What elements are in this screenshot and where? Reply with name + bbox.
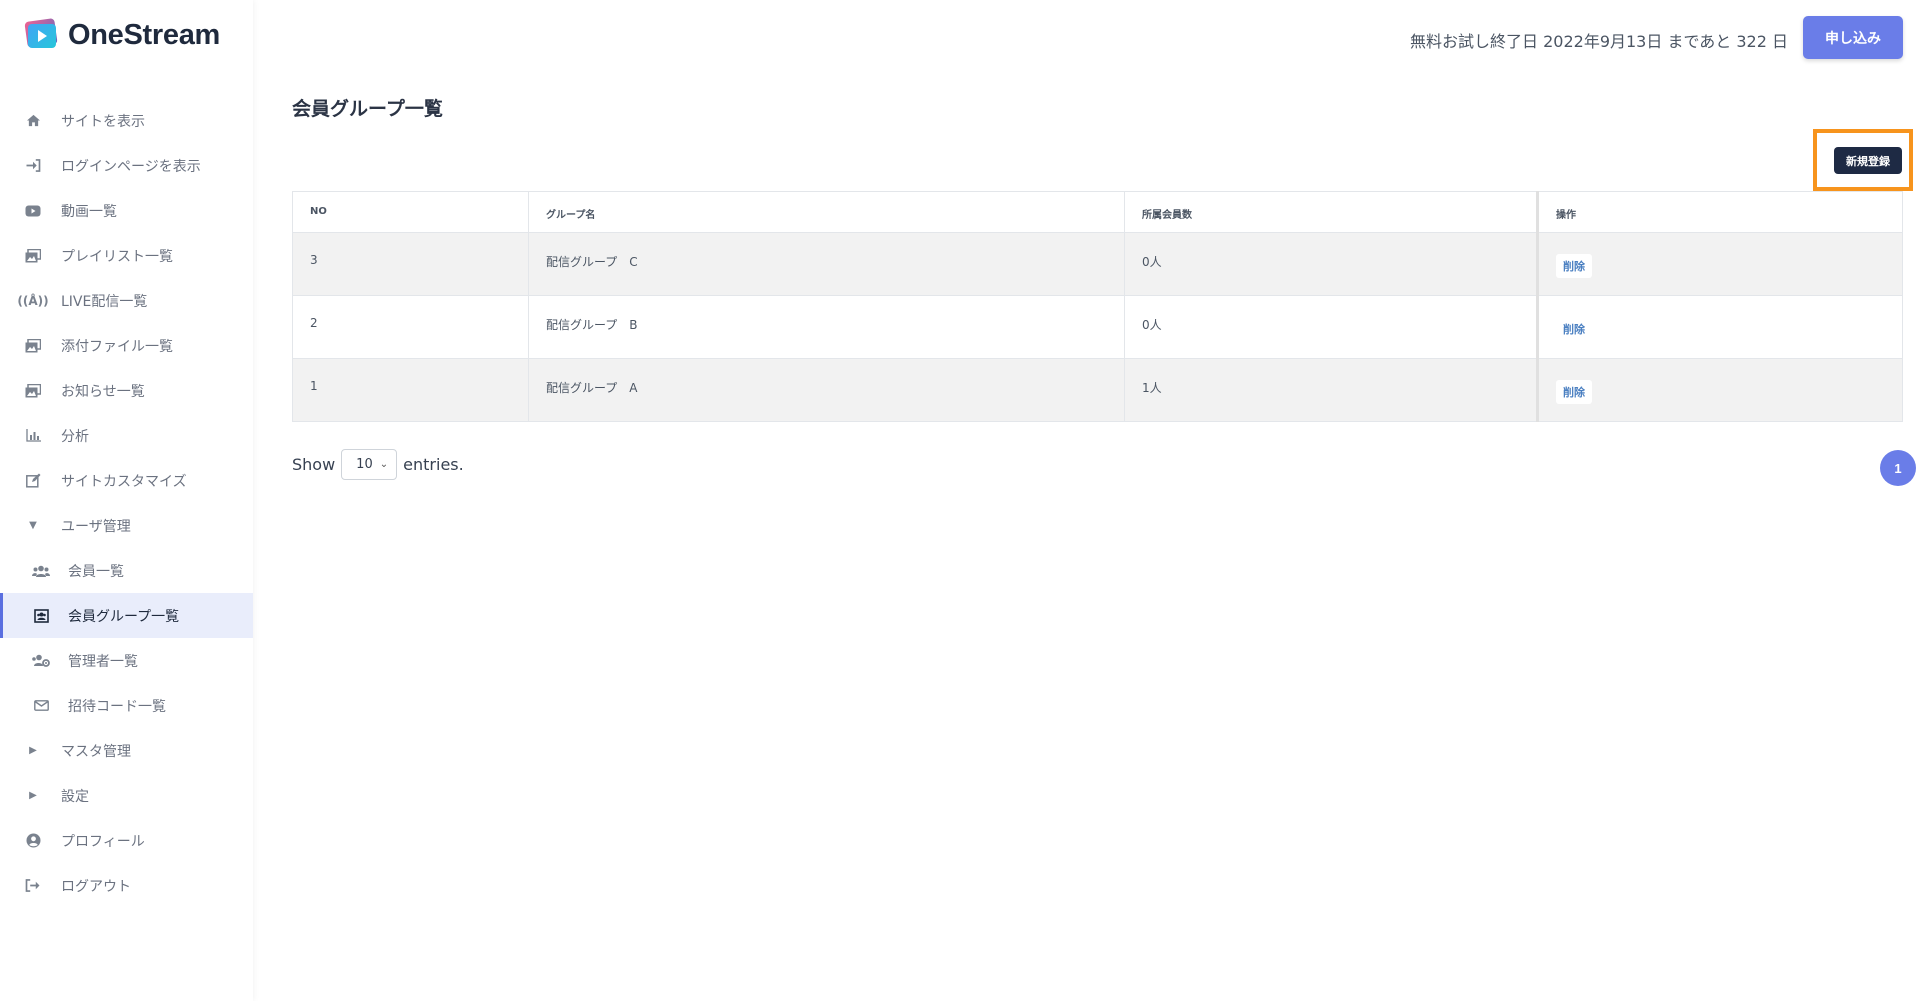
member-group-table: NO グループ名 所属会員数 操作 3 配信グループ C 0人 削除 2 配信グ… xyxy=(292,191,1903,422)
sidebar-item-news[interactable]: お知らせ一覧 xyxy=(0,368,253,413)
cell-member-count: 0人 xyxy=(1124,232,1538,296)
sidebar-item-logout[interactable]: ログアウト xyxy=(0,863,253,908)
sidebar-item-members[interactable]: 会員一覧 xyxy=(0,548,253,593)
youtube-icon xyxy=(24,202,42,220)
sidebar-item-view-site[interactable]: サイトを表示 xyxy=(0,98,253,143)
sidebar-item-label: サイトを表示 xyxy=(61,113,145,130)
column-header-member-count[interactable]: 所属会員数 xyxy=(1124,191,1538,233)
brand-name: OneStream xyxy=(68,18,221,51)
sidebar-item-label: ユーザ管理 xyxy=(61,518,131,535)
sidebar: OneStream サイトを表示 ログインページを表示 動画一覧 プレイリスト一… xyxy=(0,0,253,1001)
images-icon xyxy=(24,337,42,355)
sidebar-item-master[interactable]: ▶ マスタ管理 xyxy=(0,728,253,773)
cell-no: 3 xyxy=(292,232,529,296)
users-icon xyxy=(32,562,50,580)
delete-button[interactable]: 削除 xyxy=(1556,254,1592,278)
sidebar-item-label: 会員一覧 xyxy=(68,563,124,580)
envelope-icon xyxy=(32,697,50,715)
sidebar-item-settings[interactable]: ▶ 設定 xyxy=(0,773,253,818)
sidebar-item-label: マスタ管理 xyxy=(61,743,131,760)
logo[interactable]: OneStream xyxy=(24,18,220,52)
caret-right-icon: ▶ xyxy=(29,790,37,801)
home-icon xyxy=(24,112,42,130)
sidebar-item-analytics[interactable]: 分析 xyxy=(0,413,253,458)
sidebar-item-label: 会員グループ一覧 xyxy=(68,608,180,625)
sidebar-item-label: LIVE配信一覧 xyxy=(61,293,148,310)
user-circle-icon xyxy=(24,832,42,850)
apply-button[interactable]: 申し込み xyxy=(1803,16,1903,59)
sidebar-item-playlists[interactable]: プレイリスト一覧 xyxy=(0,233,253,278)
sidebar-item-customize[interactable]: サイトカスタマイズ xyxy=(0,458,253,503)
caret-down-icon: ▼ xyxy=(29,520,37,531)
sidebar-item-label: 動画一覧 xyxy=(61,203,117,220)
cell-actions: 削除 xyxy=(1536,232,1903,296)
group-icon xyxy=(32,607,50,625)
sidebar-item-member-groups[interactable]: 会員グループ一覧 xyxy=(0,593,253,638)
onestream-logo-icon xyxy=(24,18,58,50)
sidebar-item-label: サイトカスタマイズ xyxy=(61,473,187,490)
page-title: 会員グループ一覧 xyxy=(292,98,443,120)
cell-group-name: 配信グループ B xyxy=(528,295,1125,359)
broadcast-icon: ((Å)) xyxy=(17,293,49,308)
show-label: Show xyxy=(292,455,336,474)
table-row: 2 配信グループ B 0人 削除 xyxy=(292,295,1903,359)
table-row: 1 配信グループ A 1人 削除 xyxy=(292,358,1903,422)
cell-member-count: 0人 xyxy=(1124,295,1538,359)
entries-control: Show 10 ⌄ entries. xyxy=(292,449,464,480)
delete-button[interactable]: 削除 xyxy=(1556,380,1592,404)
cell-group-name: 配信グループ C xyxy=(528,232,1125,296)
sidebar-item-profile[interactable]: プロフィール xyxy=(0,818,253,863)
cell-no: 1 xyxy=(292,358,529,422)
sidebar-item-attachments[interactable]: 添付ファイル一覧 xyxy=(0,323,253,368)
entries-select[interactable]: 10 ⌄ xyxy=(341,449,398,480)
cell-actions: 削除 xyxy=(1536,358,1903,422)
pagination-page-1[interactable]: 1 xyxy=(1880,450,1916,486)
images-icon xyxy=(24,247,42,265)
sidebar-item-label: ログインページを表示 xyxy=(61,158,201,175)
cell-member-count: 1人 xyxy=(1124,358,1538,422)
caret-right-icon: ▶ xyxy=(29,745,37,756)
sidebar-item-invite-codes[interactable]: 招待コード一覧 xyxy=(0,683,253,728)
sidebar-item-label: お知らせ一覧 xyxy=(61,383,145,400)
sidebar-item-label: 招待コード一覧 xyxy=(68,698,166,715)
chevron-down-icon: ⌄ xyxy=(379,459,389,470)
sidebar-item-label: 設定 xyxy=(61,788,89,805)
sidebar-item-videos[interactable]: 動画一覧 xyxy=(0,188,253,233)
table-header-row: NO グループ名 所属会員数 操作 xyxy=(292,191,1903,233)
sidebar-item-label: プレイリスト一覧 xyxy=(61,248,173,265)
images-icon xyxy=(24,382,42,400)
sidebar-item-label: プロフィール xyxy=(61,833,145,850)
users-cog-icon xyxy=(32,652,50,670)
column-header-no[interactable]: NO xyxy=(292,191,529,233)
sidebar-item-admins[interactable]: 管理者一覧 xyxy=(0,638,253,683)
bar-chart-icon xyxy=(24,427,42,445)
table-row: 3 配信グループ C 0人 削除 xyxy=(292,232,1903,296)
sign-out-icon xyxy=(24,877,42,895)
sidebar-item-label: 添付ファイル一覧 xyxy=(61,338,173,355)
sign-in-icon xyxy=(24,157,42,175)
column-header-group-name[interactable]: グループ名 xyxy=(528,191,1125,233)
sidebar-item-label: 管理者一覧 xyxy=(68,653,138,670)
delete-button[interactable]: 削除 xyxy=(1556,317,1592,341)
sidebar-item-label: ログアウト xyxy=(61,878,131,895)
column-header-actions: 操作 xyxy=(1536,191,1903,233)
sidebar-item-user-management[interactable]: ▼ ユーザ管理 xyxy=(0,503,253,548)
sidebar-item-label: 分析 xyxy=(61,428,89,445)
sidebar-nav: サイトを表示 ログインページを表示 動画一覧 プレイリスト一覧 ((Å)) LI… xyxy=(0,98,253,908)
new-register-button[interactable]: 新規登録 xyxy=(1834,147,1902,174)
trial-status-text: 無料お試し終了日 2022年9月13日 まであと 322 日 xyxy=(1410,32,1788,51)
cell-group-name: 配信グループ A xyxy=(528,358,1125,422)
entries-select-value: 10 xyxy=(356,457,373,472)
edit-icon xyxy=(24,472,42,490)
cell-actions: 削除 xyxy=(1536,295,1903,359)
entries-label: entries. xyxy=(403,455,464,474)
sidebar-item-view-login[interactable]: ログインページを表示 xyxy=(0,143,253,188)
sidebar-item-live[interactable]: ((Å)) LIVE配信一覧 xyxy=(0,278,253,323)
cell-no: 2 xyxy=(292,295,529,359)
